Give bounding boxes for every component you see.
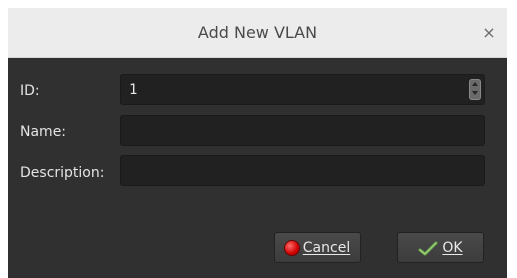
- add-vlan-dialog: Add New VLAN × ID: Name: Description: Ca…: [8, 8, 507, 278]
- red-stop-icon: [284, 240, 299, 255]
- green-check-pencil-icon: [418, 241, 438, 255]
- spin-up-icon[interactable]: [469, 79, 481, 89]
- dialog-titlebar[interactable]: Add New VLAN ×: [8, 8, 507, 58]
- name-field[interactable]: [120, 115, 485, 146]
- id-label: ID:: [20, 83, 40, 99]
- cancel-button[interactable]: Cancel: [274, 232, 361, 263]
- name-label: Name:: [20, 124, 67, 140]
- id-spinbox[interactable]: [120, 74, 485, 105]
- description-field[interactable]: [120, 155, 485, 186]
- cancel-button-label: Cancel: [302, 239, 351, 256]
- name-input[interactable]: [121, 116, 484, 145]
- dialog-title: Add New VLAN: [197, 23, 318, 42]
- id-input[interactable]: [121, 75, 484, 104]
- spin-buttons[interactable]: [469, 79, 481, 100]
- description-label: Description:: [20, 165, 105, 181]
- ok-button-label: OK: [442, 239, 463, 256]
- description-input[interactable]: [121, 156, 484, 185]
- close-icon[interactable]: ×: [477, 8, 501, 57]
- spin-down-icon[interactable]: [469, 89, 481, 99]
- ok-button[interactable]: OK: [397, 232, 484, 263]
